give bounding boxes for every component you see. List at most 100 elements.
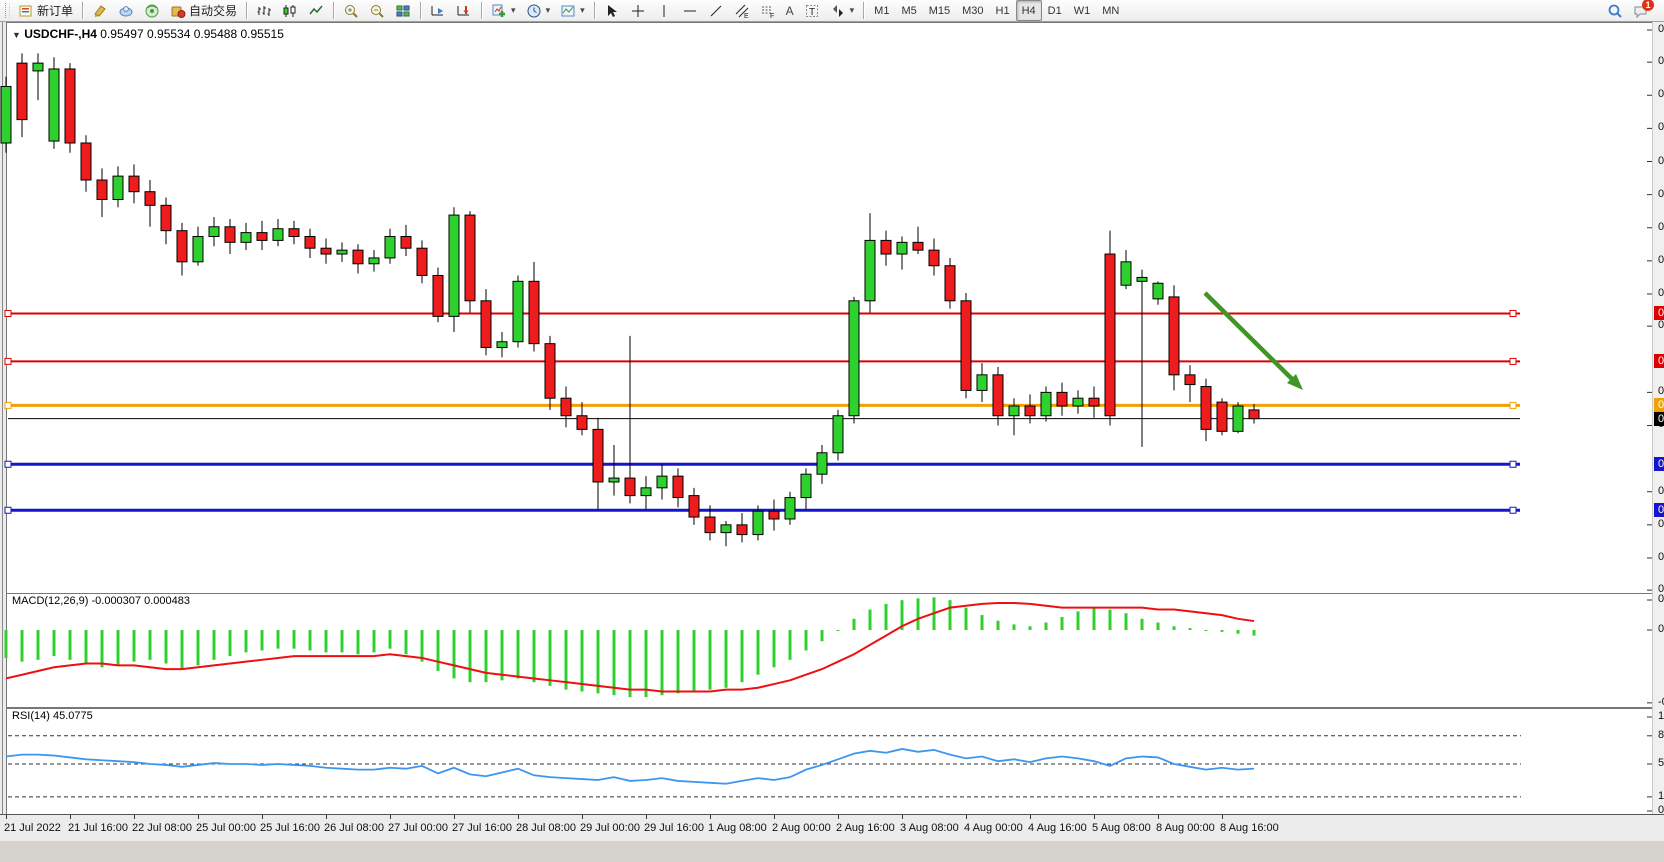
timeframe-H4[interactable]: H4 [1016,0,1042,21]
candle-up[interactable] [1,86,11,142]
candle-down[interactable] [353,250,363,264]
candle-down[interactable] [769,511,779,519]
candle-down[interactable] [673,476,683,497]
line-handle[interactable] [1510,507,1516,513]
candle-down[interactable] [737,525,747,535]
candle-up[interactable] [657,476,667,488]
candle-down[interactable] [177,231,187,262]
candle-up[interactable] [497,342,507,348]
line-handle[interactable] [1510,402,1516,408]
collapse-toggle[interactable]: ▼ [12,30,21,40]
candle-up[interactable] [977,375,987,391]
candle-down[interactable] [81,143,91,180]
candle-down[interactable] [465,215,475,301]
zoom-in-button[interactable] [338,0,364,21]
line-handle[interactable] [1510,461,1516,467]
candle-down[interactable] [993,375,1003,416]
trend-arrow[interactable] [1205,293,1292,379]
candle-down[interactable] [145,192,155,206]
candle-up[interactable] [753,511,763,534]
candle-down[interactable] [689,496,699,517]
line-handle[interactable] [5,461,11,467]
timeframe-M1[interactable]: M1 [868,0,895,21]
community-button[interactable] [113,0,139,21]
candle-up[interactable] [49,69,59,141]
candlestick-mode-button[interactable] [277,0,303,21]
candle-up[interactable] [609,478,619,482]
candle-up[interactable] [385,237,395,258]
hline-tool-button[interactable] [677,0,703,21]
candle-down[interactable] [257,233,267,241]
candle-down[interactable] [1169,297,1179,375]
candle-down[interactable] [225,227,235,243]
candle-down[interactable] [161,205,171,230]
text-tool-button[interactable]: A [781,0,799,21]
candle-down[interactable] [1105,254,1115,416]
candle-down[interactable] [961,301,971,391]
timeframe-M30[interactable]: M30 [956,0,989,21]
candle-up[interactable] [273,229,283,241]
candle-down[interactable] [401,237,411,249]
candle-up[interactable] [801,474,811,497]
candle-down[interactable] [97,180,107,199]
candle-down[interactable] [289,229,299,237]
candle-down[interactable] [481,301,491,348]
candle-down[interactable] [305,237,315,249]
timeframe-M5[interactable]: M5 [895,0,922,21]
notifications-button[interactable]: 1 [1628,0,1654,21]
candle-down[interactable] [1025,406,1035,416]
candle-down[interactable] [321,248,331,254]
candle-up[interactable] [1073,398,1083,406]
add-indicator-button[interactable]: ▾ [486,0,521,21]
candle-down[interactable] [1249,410,1259,419]
candle-down[interactable] [1185,375,1195,385]
candle-up[interactable] [897,242,907,254]
candle-up[interactable] [369,258,379,264]
candle-down[interactable] [625,478,635,496]
candle-down[interactable] [561,398,571,416]
candle-up[interactable] [33,63,43,71]
line-handle[interactable] [1510,310,1516,316]
candle-up[interactable] [1121,262,1131,285]
line-handle[interactable] [1510,358,1516,364]
timeframe-W1[interactable]: W1 [1068,0,1097,21]
candle-up[interactable] [337,250,347,254]
tile-windows-button[interactable] [390,0,416,21]
candle-up[interactable] [1137,277,1147,281]
candle-down[interactable] [1089,398,1099,406]
candle-up[interactable] [641,488,651,496]
candle-up[interactable] [833,416,843,453]
chart-plot[interactable] [0,22,1664,862]
line-handle[interactable] [5,358,11,364]
chart-shift-button[interactable] [451,0,477,21]
candle-up[interactable] [721,525,731,533]
candle-down[interactable] [545,344,555,399]
channel-tool-button[interactable]: E [729,0,755,21]
line-handle[interactable] [5,402,11,408]
line-handle[interactable] [5,310,11,316]
candle-up[interactable] [193,237,203,262]
broadcast-button[interactable] [139,0,165,21]
timeframe-MN[interactable]: MN [1096,0,1125,21]
timeframe-M15[interactable]: M15 [923,0,956,21]
candle-down[interactable] [593,429,603,482]
candle-up[interactable] [785,498,795,519]
candle-down[interactable] [17,63,27,119]
candle-down[interactable] [1057,392,1067,406]
candle-down[interactable] [65,69,75,143]
bar-chart-mode-button[interactable] [251,0,277,21]
candle-up[interactable] [1233,406,1243,431]
candle-up[interactable] [241,233,251,243]
candle-up[interactable] [449,215,459,316]
candle-down[interactable] [529,281,539,343]
candle-down[interactable] [913,242,923,250]
trendline-tool-button[interactable] [703,0,729,21]
cursor-tool-button[interactable] [599,0,625,21]
line-handle[interactable] [5,507,11,513]
candle-up[interactable] [865,240,875,300]
timeframe-H1[interactable]: H1 [990,0,1016,21]
candle-up[interactable] [817,453,827,474]
period-button[interactable]: ▾ [521,0,556,21]
candle-up[interactable] [1041,392,1051,415]
candle-down[interactable] [1201,387,1211,430]
